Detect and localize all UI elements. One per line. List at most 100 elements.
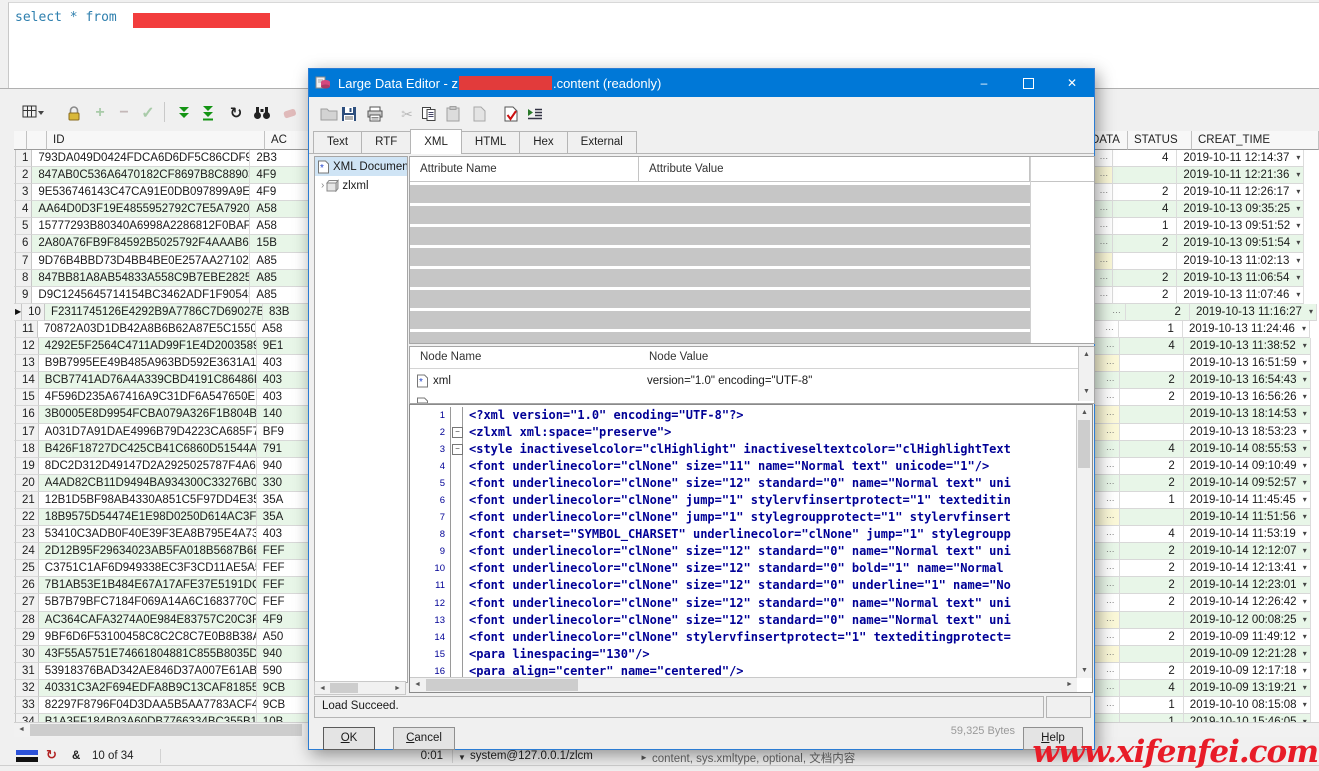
print-icon[interactable] (363, 103, 387, 125)
tab-text[interactable]: Text (313, 131, 362, 153)
id-ellipsis-button[interactable]: … (243, 425, 253, 435)
xml-source-editor[interactable]: 1<?xml version="1.0" encoding="UTF-8"?>2… (409, 404, 1093, 693)
id-ellipsis-button[interactable]: … (243, 681, 253, 691)
close-button[interactable]: ✕ (1050, 69, 1094, 97)
data-ellipsis-button[interactable]: … (1106, 630, 1116, 640)
validate-xml-icon[interactable] (499, 103, 523, 125)
date-dropdown-icon[interactable]: ▾ (1303, 427, 1307, 436)
node-vertical-scrollbar[interactable]: ▲ ▼ (1078, 347, 1094, 401)
fold-collapse-icon[interactable]: − (452, 444, 463, 455)
id-ellipsis-button[interactable]: … (242, 322, 252, 332)
date-dropdown-icon[interactable]: ▾ (1296, 221, 1300, 230)
id-ellipsis-button[interactable]: … (243, 493, 253, 503)
data-ellipsis-button[interactable]: … (1106, 459, 1116, 469)
attribute-value-header[interactable]: Attribute Value (639, 157, 1030, 182)
data-ellipsis-button[interactable]: … (1099, 288, 1109, 298)
id-ellipsis-button[interactable]: … (236, 254, 246, 264)
data-ellipsis-button[interactable]: … (1106, 407, 1116, 417)
data-ellipsis-button[interactable]: … (1106, 476, 1116, 486)
data-ellipsis-button[interactable]: … (1106, 544, 1116, 554)
id-ellipsis-button[interactable]: … (249, 305, 259, 315)
grid-mode-icon[interactable] (22, 101, 46, 125)
date-dropdown-icon[interactable]: ▾ (1303, 358, 1307, 367)
data-ellipsis-button[interactable]: … (1112, 305, 1122, 315)
id-ellipsis-button[interactable]: … (243, 476, 253, 486)
scroll-left-icon[interactable]: ◄ (410, 678, 425, 691)
cancel-button[interactable]: Cancel (393, 727, 455, 750)
date-dropdown-icon[interactable]: ▾ (1303, 512, 1307, 521)
data-ellipsis-button[interactable]: … (1099, 219, 1109, 229)
header-creat-time[interactable]: CREAT_TIME (1192, 131, 1319, 150)
tab-html[interactable]: HTML (461, 131, 520, 153)
date-dropdown-icon[interactable]: ▾ (1296, 290, 1300, 299)
date-dropdown-icon[interactable]: ▾ (1296, 273, 1300, 282)
date-dropdown-icon[interactable]: ▾ (1309, 307, 1313, 316)
id-ellipsis-button[interactable]: … (236, 185, 246, 195)
tree-item-zlxml[interactable]: › zlxml (315, 176, 407, 195)
id-ellipsis-button[interactable]: … (243, 715, 253, 722)
data-ellipsis-button[interactable]: … (1106, 373, 1116, 383)
id-ellipsis-button[interactable]: … (243, 339, 253, 349)
node-value-header[interactable]: Node Value (639, 347, 1079, 369)
scroll-down-icon[interactable]: ▼ (1077, 664, 1092, 677)
id-ellipsis-button[interactable]: … (243, 407, 253, 417)
data-ellipsis-button[interactable]: … (1106, 698, 1116, 708)
id-ellipsis-button[interactable]: … (243, 647, 253, 657)
date-dropdown-icon[interactable]: ▾ (1303, 666, 1307, 675)
maximize-button[interactable] (1006, 69, 1050, 97)
date-dropdown-icon[interactable]: ▾ (1296, 256, 1300, 265)
date-dropdown-icon[interactable]: ▾ (1303, 649, 1307, 658)
date-dropdown-icon[interactable]: ▾ (1303, 495, 1307, 504)
auto-refresh-icon[interactable]: ↻ (46, 748, 57, 763)
id-ellipsis-button[interactable]: … (243, 459, 253, 469)
id-ellipsis-button[interactable]: … (236, 219, 246, 229)
id-ellipsis-button[interactable]: … (243, 561, 253, 571)
id-ellipsis-button[interactable]: … (236, 151, 246, 161)
scroll-down-icon[interactable]: ▼ (1079, 385, 1094, 398)
id-ellipsis-button[interactable]: … (243, 578, 253, 588)
date-dropdown-icon[interactable]: ▾ (1302, 324, 1306, 333)
data-ellipsis-button[interactable]: … (1106, 578, 1116, 588)
minimize-button[interactable]: – (962, 69, 1006, 97)
data-ellipsis-button[interactable]: … (1099, 254, 1109, 264)
date-dropdown-icon[interactable]: ▾ (1303, 392, 1307, 401)
scroll-right-icon[interactable]: ► (1062, 678, 1077, 691)
tab-xml[interactable]: XML (410, 129, 462, 154)
id-ellipsis-button[interactable]: … (243, 390, 253, 400)
date-dropdown-icon[interactable]: ▾ (1296, 204, 1300, 213)
data-ellipsis-button[interactable]: … (1106, 664, 1116, 674)
id-ellipsis-button[interactable]: … (236, 168, 246, 178)
find-icon[interactable] (250, 101, 274, 125)
data-ellipsis-button[interactable]: … (1099, 168, 1109, 178)
id-ellipsis-button[interactable]: … (243, 595, 253, 605)
cut-icon[interactable]: ✂ (395, 103, 419, 125)
id-ellipsis-button[interactable]: … (243, 630, 253, 640)
data-ellipsis-button[interactable]: … (1099, 271, 1109, 281)
data-ellipsis-button[interactable]: … (1106, 595, 1116, 605)
date-dropdown-icon[interactable]: ▾ (1303, 341, 1307, 350)
id-ellipsis-button[interactable]: … (243, 527, 253, 537)
data-ellipsis-button[interactable]: … (1106, 339, 1116, 349)
fold-collapse-icon[interactable]: − (452, 427, 463, 438)
date-dropdown-icon[interactable]: ▾ (1296, 170, 1300, 179)
date-dropdown-icon[interactable]: ▾ (1303, 529, 1307, 538)
date-dropdown-icon[interactable]: ▾ (1303, 478, 1307, 487)
data-ellipsis-button[interactable]: … (1106, 613, 1116, 623)
data-ellipsis-button[interactable]: … (1106, 425, 1116, 435)
code-horizontal-scrollbar[interactable]: ◄ ► (410, 677, 1077, 692)
add-record-icon[interactable]: + (88, 101, 112, 125)
data-ellipsis-button[interactable]: … (1106, 356, 1116, 366)
date-dropdown-icon[interactable]: ▾ (1303, 546, 1307, 555)
id-ellipsis-button[interactable]: … (236, 202, 246, 212)
tab-rtf[interactable]: RTF (361, 131, 411, 153)
lock-icon[interactable] (62, 101, 86, 125)
data-ellipsis-button[interactable]: … (1106, 715, 1116, 722)
fetch-next-page-icon[interactable] (172, 101, 196, 125)
date-dropdown-icon[interactable]: ▾ (1303, 597, 1307, 606)
grid-scroll-thumb[interactable] (30, 724, 302, 736)
delete-record-icon[interactable]: − (112, 101, 136, 125)
date-dropdown-icon[interactable]: ▾ (1303, 580, 1307, 589)
expand-caret-icon[interactable]: › (321, 180, 324, 191)
data-ellipsis-button[interactable]: … (1099, 236, 1109, 246)
post-changes-icon[interactable]: ✓ (136, 101, 160, 125)
